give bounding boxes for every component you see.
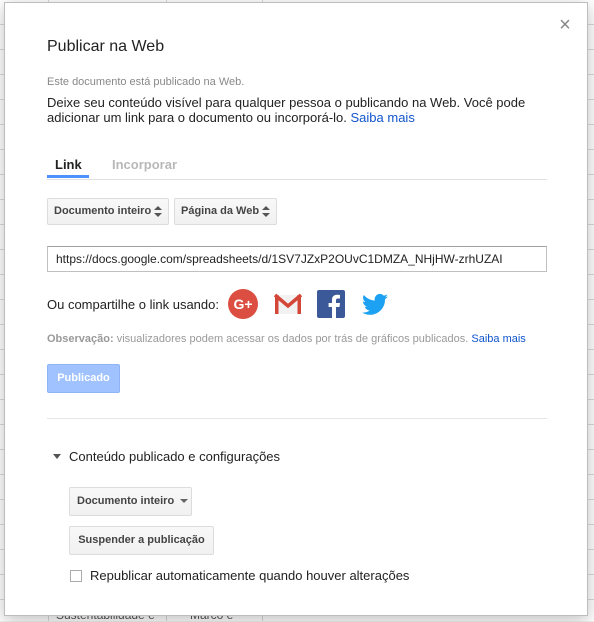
select-arrows-icon xyxy=(154,205,162,219)
settings-scope-value: Documento inteiro xyxy=(77,495,175,507)
format-select[interactable]: Página da Web xyxy=(174,198,277,225)
format-select-value: Página da Web xyxy=(181,205,260,217)
republish-checkbox[interactable] xyxy=(70,570,82,582)
published-settings-toggle[interactable]: Conteúdo publicado e configurações xyxy=(53,449,280,464)
dialog-description: Deixe seu conteúdo visível para qualquer… xyxy=(47,95,547,125)
dialog-title: Publicar na Web xyxy=(47,38,165,55)
published-button[interactable]: Publicado xyxy=(47,364,120,393)
gmail-icon[interactable] xyxy=(273,289,303,319)
description-text: Deixe seu conteúdo visível para qualquer… xyxy=(47,95,526,125)
observation-note: Observação: visualizadores podem acessar… xyxy=(47,333,526,345)
collapse-triangle-icon xyxy=(53,454,61,460)
note-label: Observação: xyxy=(47,333,114,345)
note-text: visualizadores podem acessar os dados po… xyxy=(116,333,469,345)
learn-more-link[interactable]: Saiba mais xyxy=(351,110,415,125)
chevron-down-icon xyxy=(180,499,189,504)
settings-scope-dropdown[interactable]: Documento inteiro xyxy=(69,487,192,516)
tab-bar: Link Incorporar xyxy=(47,155,547,180)
select-arrows-icon xyxy=(262,205,270,219)
svg-text:G+: G+ xyxy=(233,296,252,312)
republish-label: Republicar automaticamente quando houver… xyxy=(90,568,410,583)
settings-toggle-label: Conteúdo publicado e configurações xyxy=(69,449,281,464)
tab-embed[interactable]: Incorporar xyxy=(112,157,177,172)
section-divider xyxy=(47,418,547,419)
publish-dialog: × Publicar na Web Este documento está pu… xyxy=(4,2,588,616)
close-icon[interactable]: × xyxy=(557,15,573,35)
published-url-field[interactable] xyxy=(47,246,547,272)
note-learn-more-link[interactable]: Saiba mais xyxy=(471,333,525,345)
tab-link[interactable]: Link xyxy=(55,157,82,172)
google-plus-icon[interactable]: G+ xyxy=(228,289,258,319)
active-tab-indicator xyxy=(47,175,89,178)
facebook-icon[interactable] xyxy=(316,289,346,319)
publish-status-text: Este documento está publicado na Web. xyxy=(47,76,245,88)
stop-publishing-button[interactable]: Suspender a publicação xyxy=(69,526,214,555)
twitter-icon[interactable] xyxy=(360,289,390,319)
share-label: Ou compartilhe o link usando: xyxy=(47,297,219,312)
scope-select[interactable]: Documento inteiro xyxy=(47,198,169,225)
scope-select-value: Documento inteiro xyxy=(54,205,152,217)
